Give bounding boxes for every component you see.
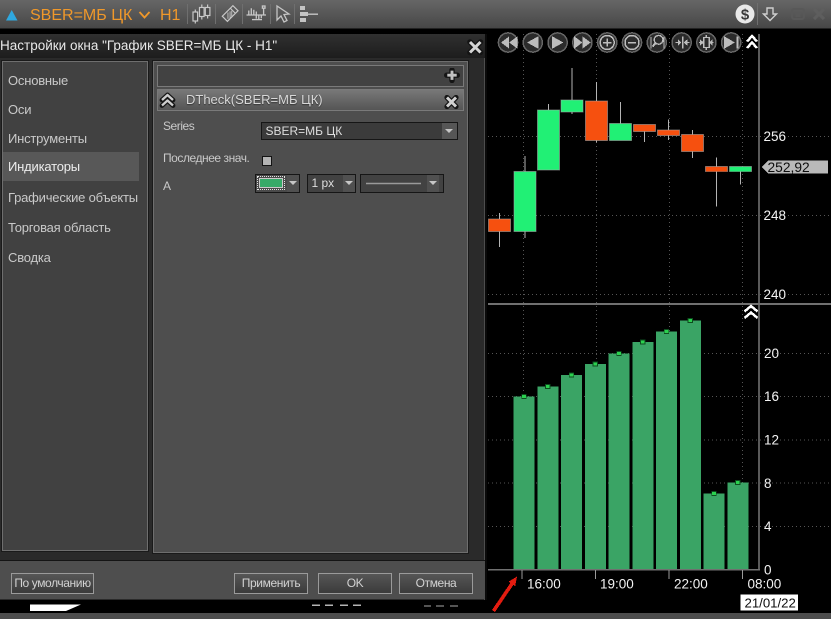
svg-text:256: 256 [764, 129, 787, 144]
svg-text:21/01/22: 21/01/22 [745, 596, 796, 611]
svg-text:248: 248 [764, 208, 787, 223]
svg-text:$: $ [741, 7, 750, 24]
svg-text:22:00: 22:00 [674, 577, 708, 592]
svg-text:20: 20 [764, 346, 779, 361]
svg-text:252,92: 252,92 [768, 160, 810, 175]
svg-text:16:00: 16:00 [527, 577, 561, 592]
svg-text:19:00: 19:00 [600, 577, 634, 592]
svg-text:8: 8 [764, 476, 772, 491]
svg-text:H1: H1 [160, 7, 181, 24]
svg-text:08:00: 08:00 [748, 577, 782, 592]
svg-text:240: 240 [764, 287, 787, 302]
svg-text:0: 0 [764, 563, 772, 578]
svg-text:4: 4 [764, 519, 772, 534]
svg-text:SBER=МБ ЦК: SBER=МБ ЦК [30, 7, 133, 24]
svg-text:16: 16 [764, 389, 779, 404]
svg-text:12: 12 [764, 433, 779, 448]
